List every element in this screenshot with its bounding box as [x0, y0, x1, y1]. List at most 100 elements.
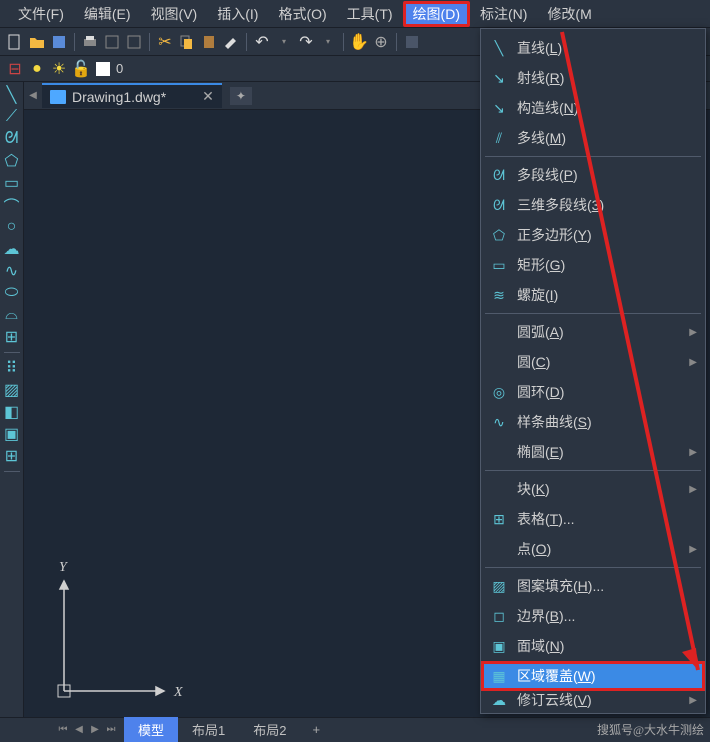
menu-item-三维多段线[interactable]: ᘛ 三维多段线(3) [481, 190, 705, 220]
menu-item-样条曲线[interactable]: ∿样条曲线(S) [481, 407, 705, 437]
menu-item-label: 椭圆(E) [517, 442, 564, 462]
toolbar-separator [4, 471, 20, 472]
arc-tool-icon[interactable]: ⌒ [3, 196, 21, 214]
new-file-tab[interactable]: ✦ [230, 87, 252, 105]
menu-item-螺旋[interactable]: ≋螺旋(I) [481, 280, 705, 310]
menu-item-label: 圆环(D) [517, 382, 564, 402]
menu-item-点[interactable]: 点(O)▶ [481, 534, 705, 564]
undo-icon[interactable]: ↶ [253, 33, 271, 51]
menu-item-圆环[interactable]: ◎圆环(D) [481, 377, 705, 407]
zoom-icon[interactable]: ⊕ [372, 33, 390, 51]
table-tool-icon[interactable]: ⊞ [3, 447, 21, 465]
redo-icon[interactable]: ↷ [297, 33, 315, 51]
menu-item-块[interactable]: 块(K)▶ [481, 474, 705, 504]
正多边形-icon: ⬠ [489, 227, 509, 244]
layer-freeze-icon[interactable]: ☀ [50, 60, 68, 78]
draw-menu-dropdown: ╲直线(L)↘射线(R)↘构造线(N)⫽多线(M) ᘛ多段线(P) ᘛ 三维多段线(3… [480, 28, 706, 714]
menu-item-label: 图案填充(H)... [517, 576, 604, 596]
pline-tool-icon[interactable]: ᘛ [3, 130, 21, 148]
menu-draw[interactable]: 绘图(D) [403, 1, 470, 27]
射线-icon: ↘ [489, 70, 509, 87]
matchprop-icon[interactable] [222, 33, 240, 51]
layout-first-icon[interactable]: ⏮ [56, 724, 70, 735]
layer-on-icon[interactable]: ● [28, 60, 46, 78]
menu-view[interactable]: 视图(V) [141, 1, 208, 27]
new-icon[interactable] [6, 33, 24, 51]
polygon-tool-icon[interactable]: ⬠ [3, 152, 21, 170]
三维多段线-icon: ᘛ [489, 197, 509, 214]
undo-dropdown-icon[interactable]: ▾ [275, 33, 293, 51]
preview-icon[interactable] [103, 33, 121, 51]
insert-tool-icon[interactable]: ⊞ [3, 328, 21, 346]
menu-item-正多边形[interactable]: ⬠ 正多边形(Y) [481, 220, 705, 250]
gradient-tool-icon[interactable]: ◧ [3, 403, 21, 421]
layout-tab-model[interactable]: 模型 [124, 717, 178, 742]
menu-file[interactable]: 文件(F) [8, 1, 74, 27]
layout-prev-icon[interactable]: ◀ [72, 724, 86, 735]
menu-item-边界[interactable]: ◻边界(B)... [481, 601, 705, 631]
print-icon[interactable] [81, 33, 99, 51]
ellipse-tool-icon[interactable]: ⬭ [3, 284, 21, 302]
spline-tool-icon[interactable]: ∿ [3, 262, 21, 280]
面域-icon: ▣ [489, 638, 509, 655]
hatch-tool-icon[interactable]: ▨ [3, 381, 21, 399]
ellipsearc-tool-icon[interactable]: ⌓ [3, 306, 21, 324]
menu-item-面域[interactable]: ▣面域(N) [481, 631, 705, 661]
xline-tool-icon[interactable]: ⟋ [3, 108, 21, 126]
menu-item-矩形[interactable]: ▭矩形(G) [481, 250, 705, 280]
menu-item-构造线[interactable]: ↘构造线(N) [481, 93, 705, 123]
menu-item-多段线[interactable]: ᘛ多段线(P) [481, 160, 705, 190]
menu-item-射线[interactable]: ↘射线(R) [481, 63, 705, 93]
menu-item-多线[interactable]: ⫽多线(M) [481, 123, 705, 153]
ucs-x-label: X [173, 685, 183, 700]
publish-icon[interactable] [125, 33, 143, 51]
layout-tab-2[interactable]: 布局2 [239, 717, 300, 742]
rect-tool-icon[interactable]: ▭ [3, 174, 21, 192]
paste-icon[interactable] [200, 33, 218, 51]
menu-format[interactable]: 格式(O) [268, 1, 336, 27]
point-tool-icon[interactable]: ⠿ [3, 359, 21, 377]
menu-item-表格[interactable]: ⊞表格(T)... [481, 504, 705, 534]
menu-modify[interactable]: 修改(M [537, 1, 601, 27]
cut-icon[interactable]: ✂ [156, 33, 174, 51]
circle-tool-icon[interactable]: ○ [3, 218, 21, 236]
submenu-arrow-icon: ▶ [689, 544, 697, 555]
properties-icon[interactable] [403, 33, 421, 51]
layout-last-icon[interactable]: ⏭ [104, 724, 118, 735]
layout-nav: ⏮ ◀ ▶ ⏭ [56, 724, 118, 735]
menu-item-label: 样条曲线(S) [517, 412, 592, 432]
layout-next-icon[interactable]: ▶ [88, 724, 102, 735]
menu-item-图案填充[interactable]: ▨图案填充(H)... [481, 571, 705, 601]
螺旋-icon: ≋ [489, 287, 509, 304]
menu-insert[interactable]: 插入(I) [207, 1, 268, 27]
menu-item-区域覆盖[interactable]: ▦区域覆盖(W) [481, 661, 705, 691]
layout-add-button[interactable]: + [300, 719, 332, 740]
layer-lock-icon[interactable]: 🔓 [72, 60, 90, 78]
layout-tab-1[interactable]: 布局1 [178, 717, 239, 742]
menu-item-修订云线[interactable]: ☁修订云线(V)▶ [481, 691, 705, 709]
menu-item-椭圆[interactable]: 椭圆(E)▶ [481, 437, 705, 467]
pan-icon[interactable]: ✋ [350, 33, 368, 51]
region-tool-icon[interactable]: ▣ [3, 425, 21, 443]
menu-item-圆[interactable]: 圆(C)▶ [481, 347, 705, 377]
tab-close-icon[interactable]: ✕ [202, 88, 214, 105]
menu-dimension[interactable]: 标注(N) [470, 1, 537, 27]
layer-manager-icon[interactable]: ⊟ [6, 60, 24, 78]
menu-tools[interactable]: 工具(T) [337, 1, 403, 27]
menu-item-直线[interactable]: ╲直线(L) [481, 33, 705, 63]
menu-edit[interactable]: 编辑(E) [74, 1, 141, 27]
redo-dropdown-icon[interactable]: ▾ [319, 33, 337, 51]
menu-item-圆弧[interactable]: 圆弧(A)▶ [481, 317, 705, 347]
copy-icon[interactable] [178, 33, 196, 51]
tab-prev-icon[interactable]: ◀ [24, 82, 42, 109]
save-icon[interactable] [50, 33, 68, 51]
line-tool-icon[interactable]: ╲ [3, 86, 21, 104]
menu-item-label: 正多边形(Y) [517, 225, 592, 245]
layer-name[interactable]: 0 [116, 61, 123, 76]
file-tab[interactable]: Drawing1.dwg* ✕ [42, 83, 222, 108]
menu-item-label: 三维多段线(3) [517, 195, 604, 215]
open-icon[interactable] [28, 33, 46, 51]
menu-separator [485, 567, 701, 568]
submenu-arrow-icon: ▶ [689, 327, 697, 338]
revcloud-tool-icon[interactable]: ☁ [3, 240, 21, 258]
